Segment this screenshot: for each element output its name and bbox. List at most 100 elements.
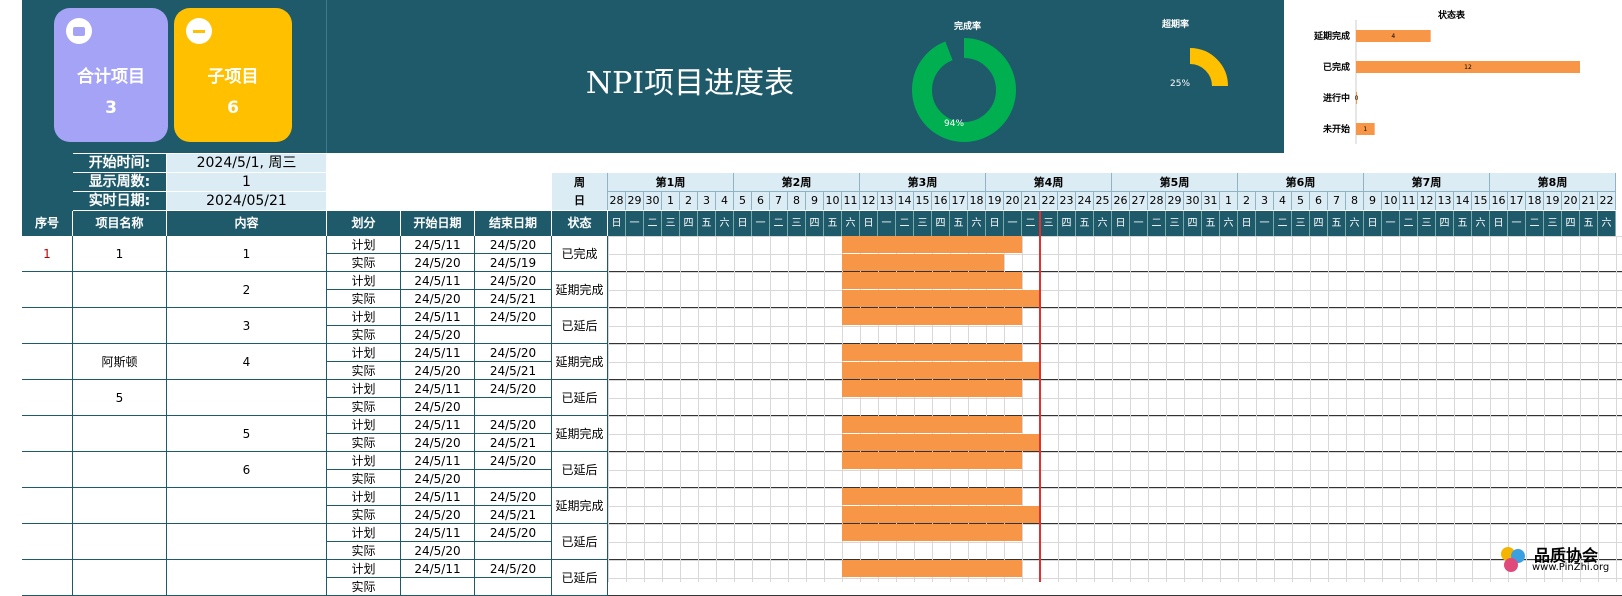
day-number: 27 (1130, 192, 1148, 210)
actual-start: 24/5/20 (401, 542, 475, 560)
project-name (73, 308, 167, 344)
weekday-label: 二 (1022, 211, 1040, 236)
weekday-label: 四 (1310, 211, 1328, 236)
actual-start: 24/5/20 (401, 254, 475, 272)
status-cell: 延期完成 (552, 272, 608, 308)
status-cell: 延期完成 (552, 416, 608, 452)
day-number: 31 (1202, 192, 1220, 210)
plan-start: 24/5/11 (401, 524, 475, 542)
weekday-label: 日 (608, 211, 626, 236)
row-number (22, 308, 73, 344)
day-number: 9 (1364, 192, 1382, 210)
gantt-plan-bar[interactable] (842, 308, 1022, 325)
day-number: 30 (644, 192, 662, 210)
row-number (22, 416, 73, 452)
gantt-plan-bar[interactable] (842, 236, 1022, 253)
day-number: 4 (1274, 192, 1292, 210)
weekday-label: 五 (1454, 211, 1472, 236)
gantt-actual-bar[interactable] (842, 506, 1040, 523)
weekday-label: 五 (1076, 211, 1094, 236)
gantt-plan-bar[interactable] (842, 560, 1022, 577)
dashboard-divider (326, 0, 327, 153)
gantt-plan-bar[interactable] (842, 272, 1022, 289)
watermark-url: www.PinZhi.org (1532, 562, 1610, 573)
completion-pct: 94% (944, 119, 964, 129)
content: 5 (167, 416, 327, 452)
content: 4 (167, 344, 327, 380)
gantt-plan-bar[interactable] (842, 344, 1022, 361)
realtime-date-label: 实时日期: (73, 192, 166, 210)
overdue-pct: 25% (1170, 79, 1190, 89)
weeks-shown-value[interactable]: 1 (167, 173, 326, 191)
actual-end (475, 326, 552, 344)
gantt-plan-bar[interactable] (842, 524, 1022, 541)
gantt-plan-bar[interactable] (842, 416, 1022, 433)
weekday-label: 一 (1508, 211, 1526, 236)
day-number: 5 (1292, 192, 1310, 210)
weekday-label: 三 (1544, 211, 1562, 236)
gantt-actual-bar[interactable] (842, 362, 1040, 379)
week-header: 第1周 (608, 173, 734, 192)
gantt-plan-bar[interactable] (842, 488, 1022, 505)
plan-label: 计划 (327, 380, 401, 398)
day-number: 15 (914, 192, 932, 210)
actual-label: 实际 (327, 362, 401, 380)
day-number: 20 (1004, 192, 1022, 210)
today-marker-line (1039, 211, 1041, 582)
plan-label: 计划 (327, 308, 401, 326)
weekday-label: 日 (1490, 211, 1508, 236)
day-number: 25 (1094, 192, 1112, 210)
status-bar-chart[interactable]: 延期完成 4 已完成 12 进行中 0 未开始 1 (1284, 18, 1614, 154)
header-end-date: 结束日期 (475, 211, 552, 236)
header-split: 划分 (327, 211, 401, 236)
plan-end: 24/5/20 (475, 380, 552, 398)
header-project: 项目名称 (73, 211, 167, 236)
actual-label: 实际 (327, 398, 401, 416)
content: 3 (167, 308, 327, 344)
actual-end: 24/5/21 (475, 506, 552, 524)
document-icon (66, 18, 92, 44)
day-number: 7 (1328, 192, 1346, 210)
weeks-shown-label: 显示周数: (73, 173, 166, 191)
day-number: 16 (932, 192, 950, 210)
actual-label: 实际 (327, 578, 401, 596)
total-projects-card[interactable]: 合计项目 3 (54, 8, 168, 142)
completion-donut[interactable]: 94% (912, 38, 1016, 142)
sub-projects-card[interactable]: 子项目 6 (174, 8, 292, 142)
weekday-label: 三 (1418, 211, 1436, 236)
day-number: 3 (698, 192, 716, 210)
weekday-label: 五 (1328, 211, 1346, 236)
actual-end (475, 578, 552, 596)
project-name (73, 560, 167, 596)
gantt-actual-bar[interactable] (842, 290, 1040, 307)
total-projects-value: 3 (105, 98, 117, 118)
week-header: 第3周 (860, 173, 986, 192)
weekday-label: 三 (662, 211, 680, 236)
plan-end: 24/5/20 (475, 344, 552, 362)
project-name (73, 272, 167, 308)
row-number (22, 488, 73, 524)
weekday-label: 五 (824, 211, 842, 236)
status-chart-value-label: 0 (1355, 95, 1359, 102)
realtime-date-value[interactable]: 2024/05/21 (167, 192, 326, 210)
gantt-plan-bar[interactable] (842, 452, 1022, 469)
day-number: 17 (950, 192, 968, 210)
plan-end: 24/5/20 (475, 524, 552, 542)
day-number: 24 (1076, 192, 1094, 210)
day-number: 7 (770, 192, 788, 210)
start-time-value[interactable]: 2024/5/1, 周三 (167, 154, 326, 172)
gantt-actual-bar[interactable] (842, 434, 1040, 451)
total-projects-label: 合计项目 (77, 67, 145, 87)
weekday-label: 一 (878, 211, 896, 236)
day-number: 11 (1400, 192, 1418, 210)
overdue-gauge[interactable]: 25% (1150, 34, 1230, 94)
gantt-plan-bar[interactable] (842, 380, 1022, 397)
plan-end: 24/5/20 (475, 452, 552, 470)
weekday-label: 六 (1346, 211, 1364, 236)
day-number: 15 (1472, 192, 1490, 210)
actual-start: 24/5/20 (401, 326, 475, 344)
actual-label: 实际 (327, 290, 401, 308)
status-chart-category: 已完成 (1323, 61, 1350, 73)
gantt-actual-bar[interactable] (842, 254, 1004, 271)
weekday-label: 一 (1382, 211, 1400, 236)
